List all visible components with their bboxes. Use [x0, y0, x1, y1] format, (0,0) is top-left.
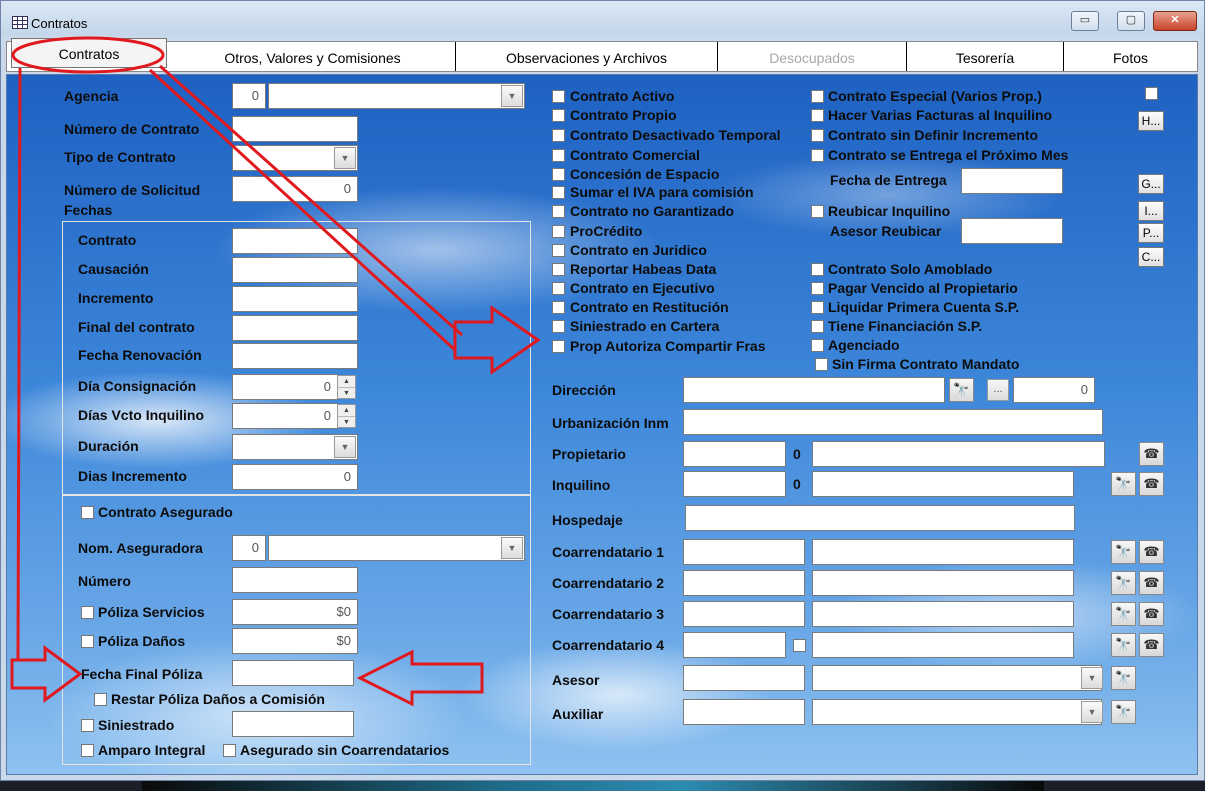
arrow-right-to-field-icon [356, 649, 484, 707]
left-annotation-line [16, 67, 22, 661]
tab-highlight-ellipse [11, 36, 165, 74]
diagonal-annotation-line-a [159, 64, 463, 337]
arrow-to-checkbox-icon [453, 305, 541, 375]
diagonal-annotation-line-b [148, 68, 457, 352]
annotation-overlay [10, 36, 541, 707]
arrow-left-to-field-icon [10, 645, 83, 703]
